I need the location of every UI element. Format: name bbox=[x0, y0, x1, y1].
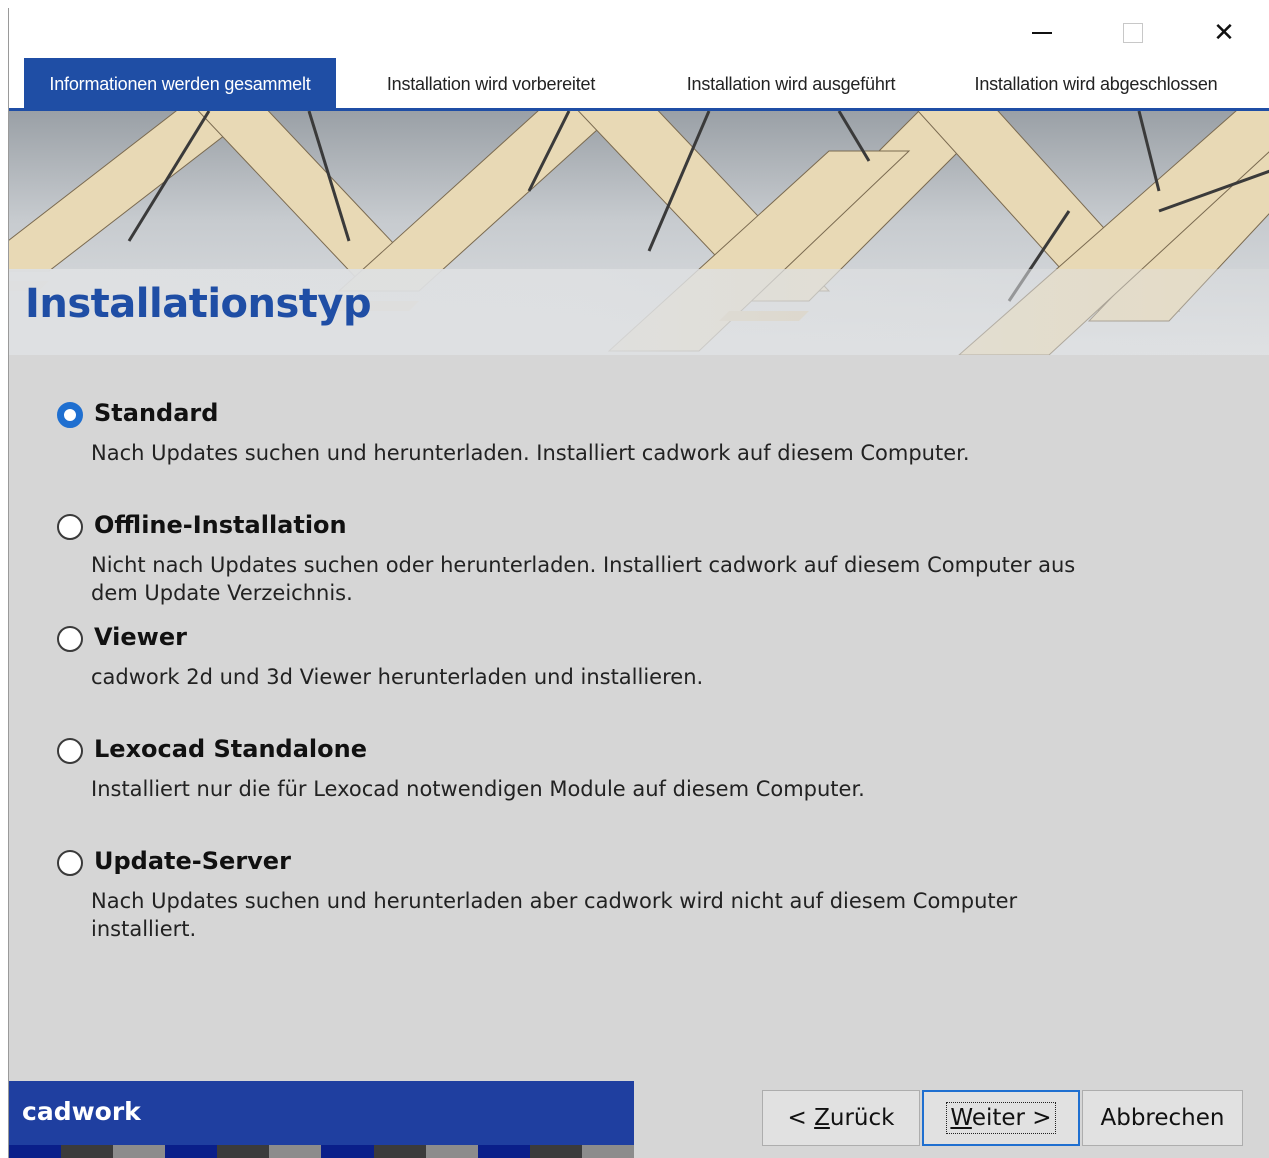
option-label: Lexocad Standalone bbox=[94, 735, 367, 763]
next-button[interactable]: Weiter > bbox=[922, 1090, 1080, 1146]
radio-offline-installation[interactable] bbox=[57, 514, 83, 540]
minimize-icon bbox=[1032, 32, 1052, 34]
step-tab-label: Informationen werden gesammelt bbox=[49, 73, 311, 94]
brand-stripe bbox=[9, 1145, 62, 1158]
brand-stripe bbox=[321, 1145, 374, 1158]
maximize-icon bbox=[1123, 23, 1143, 43]
back-button-label: < Zurück bbox=[787, 1105, 895, 1131]
brand-stripes bbox=[9, 1145, 634, 1158]
option-description: cadwork 2d und 3d Viewer herunterladen u… bbox=[91, 665, 704, 689]
step-tabs: Informationen werden gesammelt Installat… bbox=[9, 58, 1269, 110]
close-button[interactable]: ✕ bbox=[1189, 8, 1259, 58]
brand-stripe bbox=[529, 1145, 582, 1158]
brand-bar: cadwork bbox=[9, 1081, 634, 1145]
radio-lexocad-standalone[interactable] bbox=[57, 738, 83, 764]
installer-window: ✕ Informationen werden gesammelt Install… bbox=[8, 8, 1269, 1158]
title-bar: ✕ bbox=[9, 8, 1269, 58]
back-button[interactable]: < Zurück bbox=[762, 1090, 920, 1146]
option-label: Update-Server bbox=[94, 847, 291, 875]
brand-stripe bbox=[477, 1145, 530, 1158]
brand-stripe bbox=[217, 1145, 270, 1158]
brand-name: cadwork bbox=[22, 1097, 141, 1126]
option-label: Viewer bbox=[94, 623, 187, 651]
brand-stripe bbox=[581, 1145, 634, 1158]
radio-viewer[interactable] bbox=[57, 626, 83, 652]
step-tab-preparing: Installation wird vorbereitet bbox=[336, 58, 646, 110]
brand-stripe bbox=[165, 1145, 218, 1158]
page-title: Installationstyp bbox=[25, 281, 372, 327]
brand-stripe bbox=[373, 1145, 426, 1158]
radio-update-server[interactable] bbox=[57, 850, 83, 876]
step-tab-label: Installation wird abgeschlossen bbox=[974, 73, 1218, 94]
brand-stripe bbox=[269, 1145, 322, 1158]
cancel-button[interactable]: Abbrechen bbox=[1082, 1090, 1243, 1146]
option-description: Installiert nur die für Lexocad notwendi… bbox=[91, 777, 865, 801]
radio-standard[interactable] bbox=[57, 402, 83, 428]
step-tab-collecting: Informationen werden gesammelt bbox=[24, 58, 336, 110]
minimize-button[interactable] bbox=[1007, 8, 1077, 58]
step-tab-label: Installation wird vorbereitet bbox=[386, 73, 596, 94]
option-label: Offline-Installation bbox=[94, 511, 347, 539]
step-tab-label: Installation wird ausgeführt bbox=[686, 73, 896, 94]
close-icon: ✕ bbox=[1213, 18, 1235, 48]
header-banner: Installationstyp bbox=[9, 111, 1269, 355]
brand-stripe bbox=[113, 1145, 166, 1158]
brand-stripe bbox=[425, 1145, 478, 1158]
step-tab-finishing: Installation wird abgeschlossen bbox=[936, 58, 1256, 110]
next-button-label: Weiter > bbox=[946, 1102, 1056, 1134]
option-description: Nach Updates suchen und herunterladen ab… bbox=[91, 889, 1018, 941]
step-tab-running: Installation wird ausgeführt bbox=[646, 58, 936, 110]
cancel-button-label: Abbrechen bbox=[1100, 1105, 1225, 1131]
option-description: Nicht nach Updates suchen oder herunterl… bbox=[91, 553, 1076, 605]
option-label: Standard bbox=[94, 399, 219, 427]
brand-stripe bbox=[61, 1145, 114, 1158]
maximize-button[interactable] bbox=[1098, 8, 1168, 58]
option-description: Nach Updates suchen und herunterladen. I… bbox=[91, 441, 970, 465]
